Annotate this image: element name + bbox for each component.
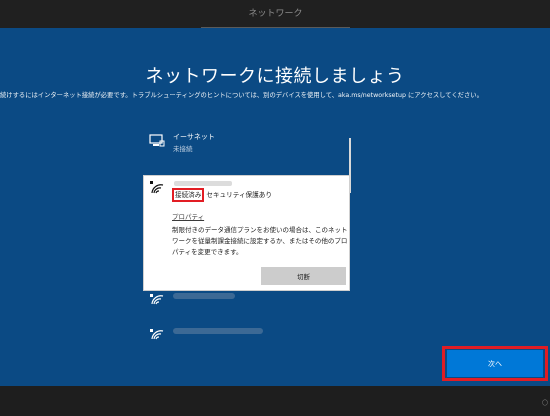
network-name-redacted bbox=[174, 181, 232, 186]
status-connected: 接続済み bbox=[172, 188, 205, 202]
network-name-redacted bbox=[173, 293, 235, 299]
network-name: イーサネット bbox=[173, 133, 215, 141]
bottom-bar: 〇 bbox=[0, 386, 550, 416]
next-button[interactable]: 次へ bbox=[447, 350, 543, 377]
tab-network: ネットワーク bbox=[201, 0, 350, 28]
properties-link[interactable]: プロパティ bbox=[172, 211, 204, 221]
corner-glyph: 〇 bbox=[541, 400, 548, 407]
page-title: ネットワークに接続しましょう bbox=[145, 66, 405, 87]
ethernet-icon bbox=[149, 133, 165, 147]
network-name-redacted bbox=[173, 328, 263, 334]
selected-network-card: 接続済み セキュリティ保護あり プロパティ 制限付きのデータ通信プランをお使いの場… bbox=[143, 175, 350, 291]
wifi-secured-icon bbox=[149, 179, 165, 194]
top-bar: ネットワーク bbox=[0, 0, 550, 28]
wifi-secured-icon bbox=[149, 291, 165, 305]
network-status: 未接続 bbox=[173, 145, 193, 153]
properties-description: 制限付きのデータ通信プランをお使いの場合は、このネットワークを従量制課金接続に設… bbox=[172, 226, 348, 256]
connection-status: 接続済み セキュリティ保護あり bbox=[172, 188, 272, 202]
network-item-wifi[interactable] bbox=[143, 320, 348, 350]
wifi-secured-icon bbox=[149, 326, 165, 340]
disconnect-button[interactable]: 切断 bbox=[261, 267, 346, 285]
status-security: セキュリティ保護あり bbox=[206, 191, 272, 199]
network-item-ethernet[interactable]: イーサネット 未接続 bbox=[143, 127, 348, 157]
